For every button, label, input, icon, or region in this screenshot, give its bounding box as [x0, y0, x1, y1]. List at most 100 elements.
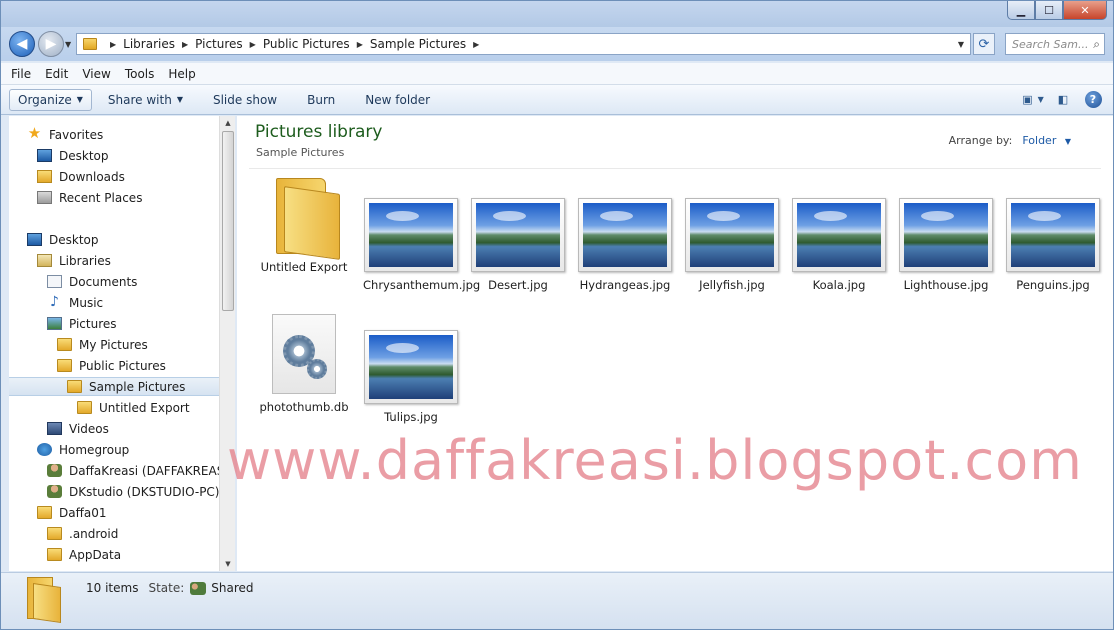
nav-scrollbar[interactable]: ▲ ▼ — [219, 116, 235, 571]
breadcrumb-separator-icon[interactable]: ▶ — [357, 40, 363, 49]
preview-pane-button[interactable]: ◧ — [1053, 90, 1073, 108]
breadcrumb-separator-icon[interactable]: ▶ — [110, 40, 116, 49]
nav-android[interactable]: .android — [47, 524, 118, 543]
nav-label: DKstudio (DKSTUDIO-PC) — [69, 484, 219, 499]
nav-label: AppData — [69, 547, 122, 562]
menu-help[interactable]: Help — [168, 67, 195, 81]
navigation-pane: ★ Favorites Desktop Downloads Recent Plac… — [9, 116, 219, 571]
nav-documents[interactable]: Documents — [47, 272, 137, 291]
library-subtitle: Sample Pictures — [256, 146, 345, 159]
nav-libraries[interactable]: Libraries — [37, 251, 111, 270]
breadcrumb-separator-icon[interactable]: ▶ — [473, 40, 479, 49]
nav-label: .android — [69, 526, 119, 541]
organize-button[interactable]: Organize ▼ — [9, 88, 92, 111]
nav-user-dkstudio[interactable]: DKstudio (DKSTUDIO-PC) — [47, 482, 219, 501]
nav-desktop-favorite[interactable]: Desktop — [37, 146, 109, 165]
nav-daffa01[interactable]: Daffa01 — [37, 503, 106, 522]
homegroup-icon — [37, 443, 52, 456]
nav-public-pictures[interactable]: Public Pictures — [57, 356, 166, 375]
chevron-down-icon: ▼ — [1037, 94, 1044, 104]
nav-music[interactable]: ♪ Music — [47, 293, 103, 312]
file-item[interactable]: photothumb.db — [256, 314, 352, 415]
nav-label: Homegroup — [59, 442, 130, 457]
preview-pane-icon: ◧ — [1057, 92, 1069, 106]
menu-file[interactable]: File — [11, 67, 31, 81]
menu-edit[interactable]: Edit — [45, 67, 68, 81]
menu-tools[interactable]: Tools — [125, 67, 155, 81]
share-with-label: Share with — [107, 92, 172, 107]
nav-my-pictures[interactable]: My Pictures — [57, 335, 148, 354]
search-placeholder: Search Sam... — [1012, 37, 1089, 51]
view-options-button[interactable]: ▣ ▼ — [1022, 90, 1044, 108]
burn-button[interactable]: Burn — [307, 93, 335, 107]
file-name: Penguins.jpg — [1016, 278, 1090, 292]
minimize-button[interactable]: ▁ — [1007, 1, 1035, 20]
pictures-icon — [47, 317, 62, 330]
share-with-button[interactable]: Share with ▼ — [108, 93, 183, 107]
toolbar-right: ▣ ▼ ◧ ? — [1013, 90, 1103, 108]
nav-user-daffakreasi[interactable]: DaffaKreasi (DAFFAKREASI-P — [47, 461, 219, 480]
menu-view[interactable]: View — [82, 67, 110, 81]
item-count: 10 items — [86, 581, 139, 595]
nav-untitled-export[interactable]: Untitled Export — [77, 398, 190, 417]
file-item[interactable]: Koala.jpg — [791, 198, 887, 293]
scroll-up-icon[interactable]: ▲ — [220, 116, 236, 130]
file-item[interactable]: Jellyfish.jpg — [684, 198, 780, 293]
nav-label: Sample Pictures — [89, 379, 186, 394]
nav-label: Daffa01 — [59, 505, 107, 520]
recent-pages-chevron-icon[interactable]: ▼ — [65, 40, 71, 49]
settings-gear-icon — [272, 314, 336, 394]
menu-bar: File Edit View Tools Help — [1, 63, 1113, 85]
nav-videos[interactable]: Videos — [47, 419, 109, 438]
nav-recent-places[interactable]: Recent Places — [37, 188, 142, 207]
forward-button[interactable]: ▶ — [38, 31, 64, 57]
search-icon[interactable]: ⌕ — [1093, 37, 1100, 52]
search-input[interactable]: Search Sam... ⌕ — [1005, 33, 1105, 55]
file-item[interactable]: Chrysanthemum.jpg — [363, 198, 480, 293]
arrange-by-label: Arrange by: — [948, 134, 1013, 147]
breadcrumb-libraries[interactable]: Libraries — [123, 37, 175, 51]
breadcrumb-separator-icon[interactable]: ▶ — [250, 40, 256, 49]
breadcrumb-sample-pictures[interactable]: Sample Pictures — [370, 37, 466, 51]
nav-label: Recent Places — [59, 190, 143, 205]
state-value: Shared — [211, 581, 254, 595]
file-item[interactable]: Lighthouse.jpg — [898, 198, 994, 293]
nav-downloads[interactable]: Downloads — [37, 167, 125, 186]
address-row: ◀ ▶ ▼ ▶ Libraries ▶ Pictures ▶ Public Pi… — [1, 27, 1113, 61]
file-item[interactable]: Tulips.jpg — [363, 330, 459, 425]
address-bar[interactable]: ▶ Libraries ▶ Pictures ▶ Public Pictures… — [76, 33, 971, 55]
explorer-window: ▁ ☐ ✕ ◀ ▶ ▼ ▶ Libraries ▶ Pictures ▶ Pub… — [0, 0, 1114, 630]
nav-label: Downloads — [59, 169, 125, 184]
nav-favorites[interactable]: ★ Favorites — [27, 125, 103, 144]
watermark: www.daffakreasi.blogspot.com — [227, 429, 1083, 492]
title-bar: ▁ ☐ ✕ — [1, 1, 1113, 27]
refresh-button[interactable]: ⟳ — [973, 33, 995, 55]
new-folder-button[interactable]: New folder — [365, 93, 430, 107]
folder-icon — [57, 338, 72, 351]
close-button[interactable]: ✕ — [1063, 1, 1107, 20]
file-name: photothumb.db — [259, 400, 349, 414]
shared-users-icon — [190, 581, 207, 595]
nav-homegroup[interactable]: Homegroup — [37, 440, 129, 459]
maximize-button[interactable]: ☐ — [1035, 1, 1063, 20]
breadcrumb-separator-icon[interactable]: ▶ — [182, 40, 188, 49]
file-item[interactable]: Hydrangeas.jpg — [577, 198, 673, 293]
nav-pictures[interactable]: Pictures — [47, 314, 117, 333]
file-item[interactable]: Penguins.jpg — [1005, 198, 1101, 293]
arrange-by-dropdown[interactable]: Folder ▼ — [1022, 134, 1071, 147]
address-dropdown-icon[interactable]: ▼ — [958, 40, 964, 49]
nav-desktop[interactable]: Desktop — [27, 230, 99, 249]
breadcrumb-pictures[interactable]: Pictures — [195, 37, 243, 51]
nav-sample-pictures[interactable]: Sample Pictures — [9, 377, 219, 396]
nav-appdata[interactable]: AppData — [47, 545, 121, 564]
scroll-down-icon[interactable]: ▼ — [220, 557, 236, 571]
back-button[interactable]: ◀ — [9, 31, 35, 57]
file-item[interactable]: Desert.jpg — [470, 198, 566, 293]
file-item[interactable]: Untitled Export — [256, 178, 352, 275]
breadcrumb-public-pictures[interactable]: Public Pictures — [263, 37, 350, 51]
scrollbar-thumb[interactable] — [222, 131, 234, 311]
slide-show-button[interactable]: Slide show — [213, 93, 277, 107]
file-name: Jellyfish.jpg — [699, 278, 765, 292]
image-thumbnail — [471, 198, 565, 272]
help-button[interactable]: ? — [1083, 90, 1103, 108]
